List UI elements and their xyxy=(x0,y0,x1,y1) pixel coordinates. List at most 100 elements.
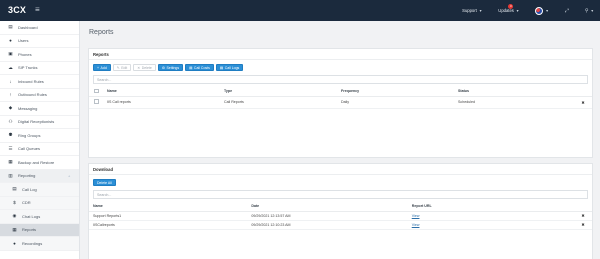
sidebar-item-label: Reports xyxy=(22,227,37,233)
user-icon: ⚲ xyxy=(584,7,589,14)
sidebar-item-label: Chat Logs xyxy=(22,213,41,219)
reports-toolbar: + Add ✎ Edit ✕ Delete ⚙ Settings ▤ Call … xyxy=(89,60,592,75)
sidebar-item-label: Backup and Restore xyxy=(18,159,55,165)
chevron-up-icon: ▲ xyxy=(67,173,71,178)
sidebar-item-outbound-rules[interactable]: ↑ Outbound Rules xyxy=(0,89,79,102)
cell-name: IISCallreports xyxy=(93,222,115,227)
row-select-cell[interactable] xyxy=(89,96,107,108)
row-checkbox[interactable] xyxy=(94,99,99,104)
reports-panel: Reports + Add ✎ Edit ✕ Delete ⚙ Settings… xyxy=(88,48,593,158)
dollar-icon: $ xyxy=(13,200,16,206)
sidebar-item-chat-logs[interactable]: ◉ Chat Logs xyxy=(0,210,79,224)
column-header-name[interactable]: Name xyxy=(89,202,251,211)
page-title: Reports xyxy=(89,28,114,36)
sidebar-item-reporting-label-wrap: ▥ Reporting xyxy=(8,173,36,179)
edit-button-label: Edit xyxy=(121,65,128,70)
pencil-icon: ✎ xyxy=(116,65,120,70)
settings-button[interactable]: ⚙ Settings xyxy=(157,64,184,71)
sidebar-item-call-queues[interactable]: ☰ Call Queues xyxy=(0,143,79,156)
reports-search-input[interactable]: Search... xyxy=(93,75,588,84)
reports-table: Name Type Frequency Status IIS Call repo… xyxy=(89,87,592,109)
app-logo[interactable]: 3CX xyxy=(8,3,26,17)
table-row[interactable]: Support Reports1 09/29/2021 12:13:57 AM … xyxy=(89,211,592,220)
call-log-icon: ▤ xyxy=(12,186,17,192)
reports-icon: ▦ xyxy=(12,226,17,232)
sidebar-item-backup-restore[interactable]: ▦ Backup and Restore xyxy=(0,156,79,170)
download-toolbar: Delete All xyxy=(89,175,592,190)
sidebar-item-label: Call Queues xyxy=(18,146,41,152)
select-all-cell[interactable] xyxy=(89,87,107,96)
call-logs-button[interactable]: ▤ Call Logs xyxy=(215,64,244,71)
top-right-controls: Support ▼ Updates 3 ▼ ▼ ⤢ ⚲ ▼ xyxy=(462,0,594,21)
fullscreen-icon[interactable]: ⤢ xyxy=(565,8,569,14)
view-link[interactable]: View xyxy=(412,214,420,218)
sidebar-item-label: Reporting xyxy=(18,173,36,179)
download-panel: Download Delete All Search... Name Date … xyxy=(88,163,593,259)
add-button[interactable]: + Add xyxy=(93,64,111,71)
sidebar: ▤ Dashboard ● Users ▣ Phones ☁ SIP Trunk… xyxy=(0,21,80,259)
menu-toggle-icon[interactable]: ≡ xyxy=(35,5,40,14)
delete-row-icon[interactable]: ✖ xyxy=(574,211,592,220)
sidebar-item-recordings[interactable]: ● Recordings xyxy=(0,237,79,251)
chat-icon: ◆ xyxy=(8,105,13,111)
gear-icon: ⚙ xyxy=(161,65,165,70)
sidebar-item-dashboard[interactable]: ▤ Dashboard xyxy=(0,21,79,35)
sidebar-item-reporting[interactable]: ▥ Reporting ▲ xyxy=(0,169,79,183)
sidebar-item-label: CDR xyxy=(22,200,31,206)
sidebar-item-inbound-rules[interactable]: ↓ Inbound Rules xyxy=(0,75,79,89)
cell-url: View xyxy=(412,211,574,220)
ring-group-icon: ⚉ xyxy=(8,132,13,138)
sidebar-item-reports[interactable]: ▦ Reports xyxy=(0,223,79,237)
sidebar-item-digital-receptionists[interactable]: ⚇ Digital Receptionists xyxy=(0,116,79,129)
close-icon: ✕ xyxy=(137,65,141,70)
support-dropdown[interactable]: Support ▼ xyxy=(462,8,482,13)
download-search-input[interactable]: Search... xyxy=(93,190,588,199)
us-flag-icon xyxy=(535,6,544,15)
sidebar-item-users[interactable]: ● Users xyxy=(0,35,79,48)
call-costs-button[interactable]: ▤ Call Costs xyxy=(185,64,214,71)
column-header-report-url[interactable]: Report URL xyxy=(412,202,574,211)
sidebar-item-ring-groups[interactable]: ⚉ Ring Groups xyxy=(0,129,79,143)
select-all-checkbox[interactable] xyxy=(94,88,99,93)
delete-button-label: Delete xyxy=(141,65,152,70)
main-content: Reports Reports + Add ✎ Edit ✕ Delete ⚙ … xyxy=(80,21,600,259)
delete-button[interactable]: ✕ Delete xyxy=(133,64,156,71)
table-row[interactable]: IISCallreports 09/29/2021 12:10:23 AM Vi… xyxy=(89,220,592,229)
edit-button[interactable]: ✎ Edit xyxy=(112,64,132,71)
download-search-placeholder: Search... xyxy=(97,192,112,197)
column-header-type[interactable]: Type xyxy=(224,87,341,96)
delete-row-icon[interactable]: ✖ xyxy=(574,96,592,108)
user-icon: ● xyxy=(9,38,12,44)
column-header-status[interactable]: Status xyxy=(458,87,574,96)
chevron-down-icon: ▼ xyxy=(545,8,549,13)
sidebar-item-phones[interactable]: ▣ Phones xyxy=(0,48,79,62)
column-header-name[interactable]: Name xyxy=(107,87,224,96)
column-header-frequency[interactable]: Frequency xyxy=(341,87,458,96)
inbound-arrow-icon: ↓ xyxy=(9,78,12,84)
cell-type: Call Reports xyxy=(224,100,244,104)
cell-url: View xyxy=(412,220,574,229)
outbound-arrow-icon: ↑ xyxy=(9,92,12,98)
updates-dropdown[interactable]: Updates 3 ▼ xyxy=(498,4,519,13)
add-button-label: Add xyxy=(100,65,107,70)
sidebar-item-cdr[interactable]: $ CDR xyxy=(0,196,79,210)
receptionist-icon: ⚇ xyxy=(8,118,13,124)
cell-name: Support Reports1 xyxy=(93,213,122,218)
table-row[interactable]: IIS Call reports Call Reports Daily Sche… xyxy=(89,96,592,108)
top-bar: 3CX ≡ Support ▼ Updates 3 ▼ ▼ ⤢ ⚲ ▼ xyxy=(0,0,600,21)
delete-row-icon[interactable]: ✖ xyxy=(574,220,592,229)
language-dropdown[interactable]: ▼ xyxy=(535,6,549,15)
sidebar-item-messaging[interactable]: ◆ Messaging xyxy=(0,102,79,116)
delete-all-button[interactable]: Delete All xyxy=(93,179,116,186)
sidebar-item-call-log[interactable]: ▤ Call Log xyxy=(0,183,79,197)
chevron-down-icon: ▼ xyxy=(478,8,483,13)
document-icon: ▤ xyxy=(189,65,193,70)
sidebar-item-sip-trunks[interactable]: ☁ SIP Trunks xyxy=(0,62,79,75)
user-menu[interactable]: ⚲ ▼ xyxy=(585,8,594,14)
backup-icon: ▦ xyxy=(8,159,13,165)
sidebar-item-label: Outbound Rules xyxy=(18,92,47,98)
column-header-date[interactable]: Date xyxy=(251,202,411,211)
reports-search-placeholder: Search... xyxy=(97,77,112,82)
column-header-actions xyxy=(574,202,592,211)
view-link[interactable]: View xyxy=(412,223,420,227)
